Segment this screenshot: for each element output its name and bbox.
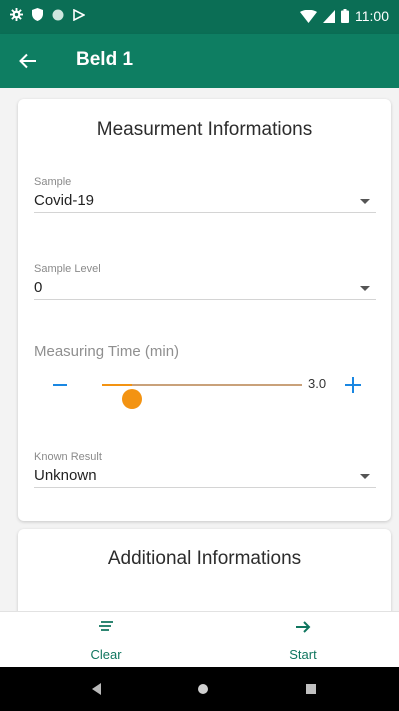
arrow-back-icon — [19, 53, 36, 69]
increase-time-button[interactable] — [345, 377, 361, 393]
sample-underline — [34, 212, 376, 213]
slider-thumb[interactable] — [122, 389, 142, 409]
known-result-label: Known Result — [34, 451, 102, 463]
measuring-time-label: Measuring Time (min) — [34, 343, 180, 360]
back-button[interactable] — [14, 47, 42, 75]
play-icon — [73, 8, 85, 21]
known-result-underline — [34, 487, 376, 488]
battery-icon — [341, 9, 349, 23]
start-label: Start — [289, 647, 317, 662]
additional-card: Additional Informations — [18, 529, 391, 611]
nav-home-icon[interactable] — [198, 684, 208, 694]
measuring-time-slider[interactable] — [102, 384, 302, 409]
status-icons-right: 11:00 — [300, 8, 389, 24]
status-time: 11:00 — [355, 8, 389, 24]
measurement-card-title: Measurment Informations — [96, 119, 313, 140]
clear-lines-icon — [99, 621, 113, 631]
status-icons-left — [10, 8, 85, 21]
wifi-icon — [300, 9, 317, 23]
settings-icon — [10, 8, 23, 21]
content-scroll-area[interactable]: Measurment Informations Sample Covid-19 … — [0, 88, 399, 611]
slider-fill — [102, 384, 132, 386]
bottom-action-bar: Clear Start — [0, 611, 399, 668]
sample-field[interactable]: Sample Covid-19 — [34, 176, 376, 213]
sample-level-value: 0 — [34, 279, 43, 296]
shield-icon — [32, 8, 43, 21]
sample-level-underline — [34, 299, 376, 300]
decrease-time-button[interactable] — [53, 384, 67, 386]
known-result-field[interactable]: Known Result Unknown — [34, 451, 376, 488]
system-navigation-bar — [0, 667, 399, 711]
sample-level-field[interactable]: Sample Level 0 — [34, 263, 376, 300]
measurement-card: Measurment Informations Sample Covid-19 … — [18, 99, 391, 521]
measuring-time-value: 3.0 — [308, 376, 327, 391]
sample-label: Sample — [34, 176, 72, 188]
measuring-time-slider-row: 3.0 — [34, 370, 376, 409]
known-result-value: Unknown — [34, 467, 97, 484]
sample-value: Covid-19 — [34, 192, 95, 209]
sample-level-dropdown-icon — [360, 286, 370, 291]
clear-button[interactable]: Clear — [46, 612, 166, 668]
status-bar: 11:00 — [0, 0, 399, 34]
circle-icon — [52, 9, 64, 20]
app-bar: Beld 1 — [0, 34, 399, 88]
additional-card-title: Additional Informations — [107, 548, 302, 569]
nav-recents-icon[interactable] — [306, 684, 316, 694]
sample-dropdown-icon — [360, 199, 370, 204]
clear-label: Clear — [90, 647, 122, 662]
arrow-forward-icon — [296, 621, 311, 633]
sample-level-label: Sample Level — [34, 263, 101, 275]
start-button[interactable]: Start — [243, 612, 363, 668]
nav-back-icon[interactable] — [92, 683, 101, 695]
known-result-dropdown-icon — [360, 474, 370, 479]
signal-icon — [323, 9, 335, 23]
page-title: Beld 1 — [76, 49, 134, 70]
